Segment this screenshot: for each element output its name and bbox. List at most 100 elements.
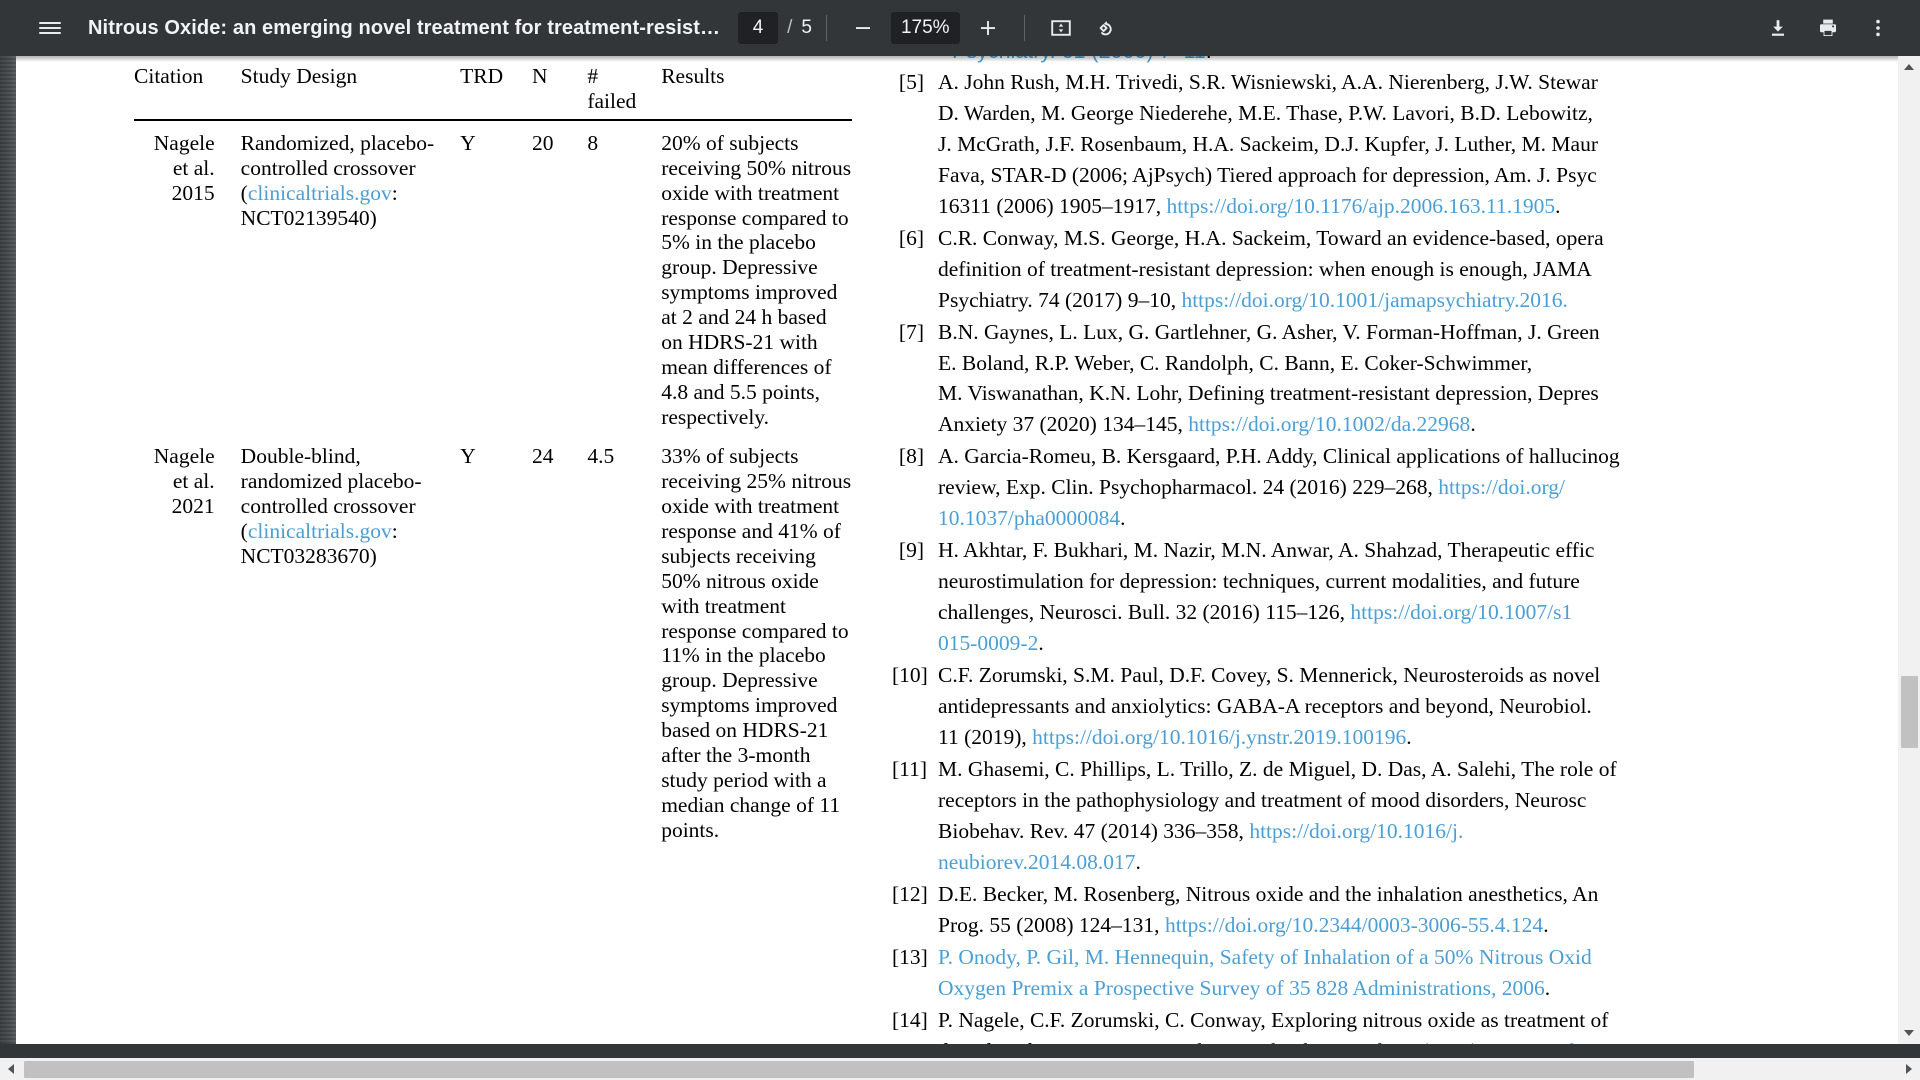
hamburger-bar [39,21,61,25]
horizontal-scrollbar[interactable] [0,1058,1920,1080]
zoom-level-value[interactable]: 175% [890,12,960,44]
reference-partial-line: Psychiatry. 61 (2000) 7–11. [952,56,1904,67]
reference-link[interactable]: P. Onody, P. Gil, M. Hennequin, Safety o… [938,945,1592,969]
reference-text: definition of treatment-resistant depres… [938,256,1592,281]
cell-study-design: Double-blind, randomized placebo-control… [240,443,422,568]
reference-line: review, Exp. Clin. Psychopharmacol. 24 (… [938,472,1904,503]
reference-text: neurostimulation for depression: techniq… [938,569,1580,594]
reference-line: Oxygen Premix a Prospective Survey of 35… [938,973,1904,1004]
fit-to-page-icon[interactable] [1039,6,1083,50]
reference-number: [10] [892,663,928,688]
reference-number: [5] [898,69,924,94]
cell-study-design: Randomized, placebo-controlled crossover… [240,130,435,230]
reference-link[interactable]: https://doi.org/10.1016/j. [1249,819,1463,843]
page-separator: / [787,17,793,38]
page-total-count: 5 [801,17,812,38]
reference-line: Anxiety 37 (2020) 134–145, https://doi.o… [938,409,1904,440]
table-row: Nagele et al. 2021 Double-blind, randomized… [134,434,852,847]
reference-body: D.E. Becker, M. Rosenberg, Nitrous oxide… [938,879,1904,941]
cell-citation: Nagele et al. 2021 [134,434,241,847]
reference-link[interactable]: ht [1570,1039,1587,1045]
reference-link[interactable]: https://doi.org/10.1016/j.ynstr.2019.100… [1032,725,1406,749]
reference-text: M. Viswanathan, K.N. Lohr, Defining trea… [938,381,1599,406]
clinicaltrials-link[interactable]: clinicaltrials.gov [248,181,392,205]
reference-item: [6] C.R. Conway, M.S. George, H.A. Sackei… [892,223,1904,316]
reference-link[interactable]: https://doi.org/10.1002/da.22968 [1188,412,1470,436]
toolbar-right-actions [1756,6,1920,50]
reference-body: C.F. Zorumski, S.M. Paul, D.F. Covey, S.… [938,660,1904,753]
col-header-num-failed-line2: failed [587,89,637,114]
reference-body: A. Garcia-Romeu, B. Kersgaard, P.H. Addy… [938,441,1904,534]
page-number-input[interactable] [738,12,779,44]
zoom-out-button[interactable] [841,6,885,50]
cell-num-failed: 8 [587,130,599,155]
reference-link[interactable]: Oxygen Premix a Prospective Survey of 35… [938,976,1545,1000]
reference-link[interactable]: 10.1037/pha0000084 [938,506,1120,530]
scroll-right-arrow-icon[interactable] [1898,1058,1920,1080]
cell-results: 33% of subjects receiving 25% nitrous ox… [661,443,852,843]
hamburger-bar [39,31,61,35]
reference-text: Fava, STAR-D (2006; AjPsych) Tiered appr… [938,162,1597,187]
reference-line: D. Warden, M. George Niederehe, M.E. Tha… [938,98,1904,129]
reference-line: Psychiatry. 74 (2017) 9–10, https://doi.… [938,285,1904,316]
reference-text: A. Garcia-Romeu, B. Kersgaard, P.H. Addy… [938,444,1620,469]
reference-line: antidepressants and anxiolytics: GABA-A … [938,691,1904,722]
reference-line: 015-0009-2. [938,628,1904,659]
pdf-viewer-area[interactable]: Citation Study Design TRD N # failed Res… [0,56,1920,1080]
references-column: Psychiatry. 61 (2000) 7–11. [5] A. John R… [892,56,1904,1044]
reference-text: . [1406,724,1412,749]
reference-line: neubiorev.2014.08.017. [938,847,1904,878]
rotate-counterclockwise-icon[interactable] [1083,6,1127,50]
col-header-num-failed-line1: # [587,64,599,88]
reference-text: C.F. Zorumski, S.M. Paul, D.F. Covey, S.… [938,663,1601,688]
scroll-up-arrow-icon[interactable] [1898,56,1920,78]
reference-line: J. McGrath, J.F. Rosenbaum, H.A. Sackeim… [938,129,1904,160]
vertical-scrollbar[interactable] [1898,56,1920,1044]
reference-item: [7] B.N. Gaynes, L. Lux, G. Gartlehner, G… [892,317,1904,441]
more-vertical-icon[interactable] [1856,6,1900,50]
reference-text: A. John Rush, M.H. Trivedi, S.R. Wisniew… [938,69,1598,94]
reference-text: . [1120,506,1126,531]
clinicaltrials-link[interactable]: clinicaltrials.gov [248,519,392,543]
scroll-down-arrow-icon[interactable] [1898,1022,1920,1044]
reference-number: [11] [892,756,928,781]
col-header-trd: TRD [460,64,504,88]
reference-text: D. Warden, M. George Niederehe, M.E. Tha… [938,100,1593,125]
reference-text: antidepressants and anxiolytics: GABA-A … [938,694,1592,719]
zoom-in-button[interactable] [966,6,1010,50]
reference-link[interactable]: https://doi.org/10.1007/s1 [1350,600,1572,624]
reference-text: Biobehav. Rev. 47 (2014) 336–358, [938,818,1250,843]
reference-link[interactable]: neubiorev.2014.08.017 [938,850,1135,874]
citation-line: 2021 [171,493,215,518]
reference-line: Prog. 55 (2008) 124–131, https://doi.org… [938,910,1904,941]
horizontal-scrollbar-thumb[interactable] [24,1061,1694,1078]
reference-line: C.R. Conway, M.S. George, H.A. Sackeim, … [938,223,1904,254]
zoom-controls: 175% [841,6,1010,50]
vertical-scrollbar-thumb[interactable] [1901,676,1918,748]
print-icon[interactable] [1806,6,1850,50]
reference-link[interactable]: Psychiatry. 61 (2000) 7–11 [952,56,1206,63]
pdf-page-canvas: Citation Study Design TRD N # failed Res… [16,56,1904,1044]
reference-body: P. Nagele, C.F. Zorumski, C. Conway, Exp… [938,1005,1904,1044]
reference-line: disorders: basic concepts, J. Clin. Psyc… [938,1036,1904,1045]
reference-link[interactable]: 015-0009-2 [938,631,1038,655]
reference-line: E. Boland, R.P. Weber, C. Randolph, C. B… [938,348,1904,379]
reference-number: [6] [898,225,924,250]
reference-link[interactable]: https://doi.org/10.1001/jamapsychiatry.2… [1181,288,1567,312]
reference-number: [12] [892,881,928,906]
reference-text: review, Exp. Clin. Psychopharmacol. 24 (… [938,475,1439,500]
reference-text: . [1555,193,1561,218]
reference-line: C.F. Zorumski, S.M. Paul, D.F. Covey, S.… [938,660,1904,691]
reference-text: . [1206,56,1212,63]
reference-link[interactable]: https://doi.org/10.1176/ajp.2006.163.11.… [1167,194,1556,218]
reference-number: [9] [898,538,924,563]
reference-list: [5] A. John Rush, M.H. Trivedi, S.R. Wisn… [892,67,1904,1044]
reference-link[interactable]: https://doi.org/ [1438,475,1565,499]
hamburger-menu-icon[interactable] [28,6,72,50]
scroll-left-arrow-icon[interactable] [0,1058,22,1080]
reference-link[interactable]: https://doi.org/10.2344/0003-3006-55.4.1… [1165,913,1543,937]
download-icon[interactable] [1756,6,1800,50]
reference-text: H. Akhtar, F. Bukhari, M. Nazir, M.N. An… [938,538,1595,563]
pdf-viewer-toolbar: Nitrous Oxide: an emerging novel treatme… [0,0,1920,56]
reference-item: [12] D.E. Becker, M. Rosenberg, Nitrous o… [892,879,1904,941]
